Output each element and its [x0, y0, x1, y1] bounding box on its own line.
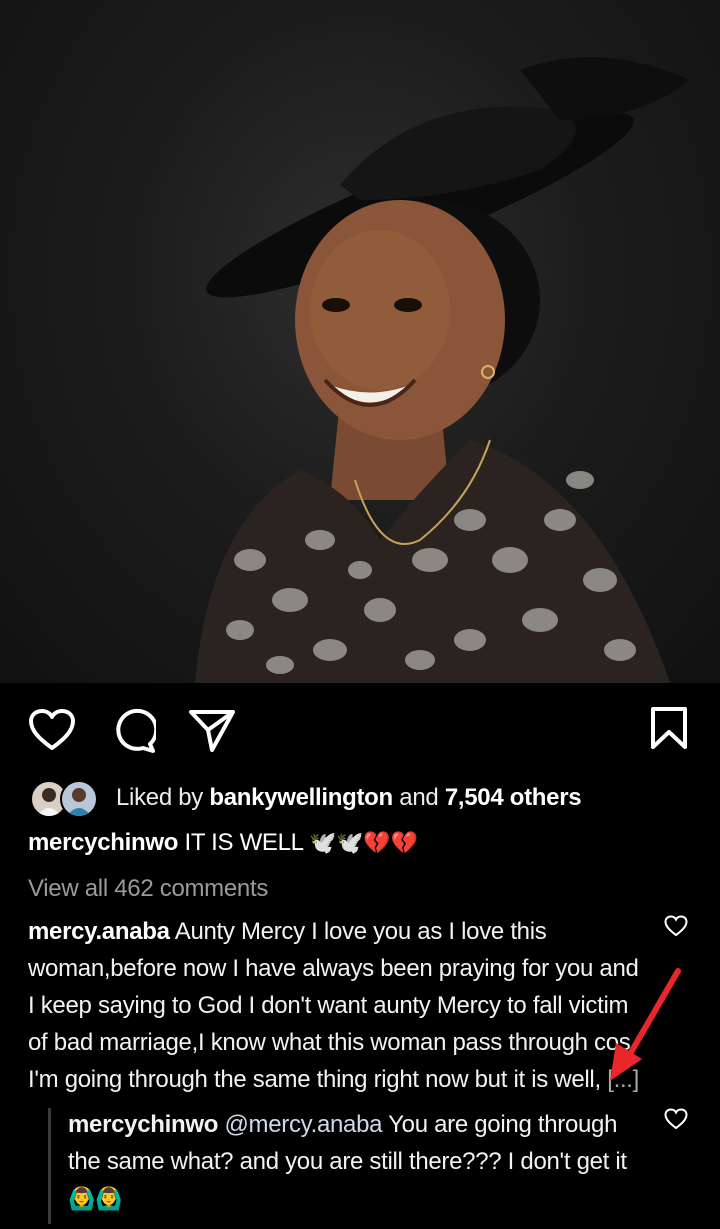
reply-item: mercychinwo @mercy.anaba You are going t…	[68, 1106, 628, 1217]
caption-text: IT IS WELL	[184, 829, 303, 856]
portrait-illustration	[195, 57, 690, 683]
reply-thread-line	[48, 1108, 51, 1224]
reply-username[interactable]: mercychinwo	[68, 1111, 218, 1138]
red-arrow-annotation-icon	[600, 965, 690, 1090]
post-photo[interactable]	[0, 0, 720, 683]
post-action-bar	[0, 690, 720, 770]
likes-and: and	[399, 784, 439, 811]
comment-like-heart-icon[interactable]	[664, 915, 688, 942]
likes-text: Liked by bankywellington and 7,504 other…	[116, 784, 582, 812]
bookmark-icon[interactable]	[650, 706, 688, 755]
comment-item: mercy.anaba Aunty Mercy I love you as I …	[28, 913, 640, 1098]
reply-emojis: 🙆‍♂️🙆‍♂️	[68, 1186, 123, 1211]
heart-icon[interactable]	[28, 708, 76, 757]
liker-avatars	[30, 778, 102, 818]
reply-like-heart-icon[interactable]	[664, 1108, 688, 1135]
reply-mention[interactable]: @mercy.anaba	[224, 1111, 382, 1138]
likes-row[interactable]: Liked by bankywellington and 7,504 other…	[30, 776, 582, 820]
comment-username[interactable]: mercy.anaba	[28, 918, 170, 945]
view-all-comments-link[interactable]: View all 462 comments	[28, 875, 268, 903]
likes-prefix: Liked by	[116, 784, 203, 811]
avatar	[60, 780, 98, 818]
caption-emojis: 🕊️🕊️💔💔	[309, 830, 418, 855]
liker-username[interactable]: bankywellington	[209, 784, 393, 811]
caption-username[interactable]: mercychinwo	[28, 829, 178, 856]
likes-others[interactable]: 7,504 others	[445, 784, 582, 811]
comment-icon[interactable]	[110, 708, 159, 759]
share-icon[interactable]	[188, 708, 236, 759]
post-caption: mercychinwo IT IS WELL 🕊️🕊️💔💔	[28, 829, 418, 857]
